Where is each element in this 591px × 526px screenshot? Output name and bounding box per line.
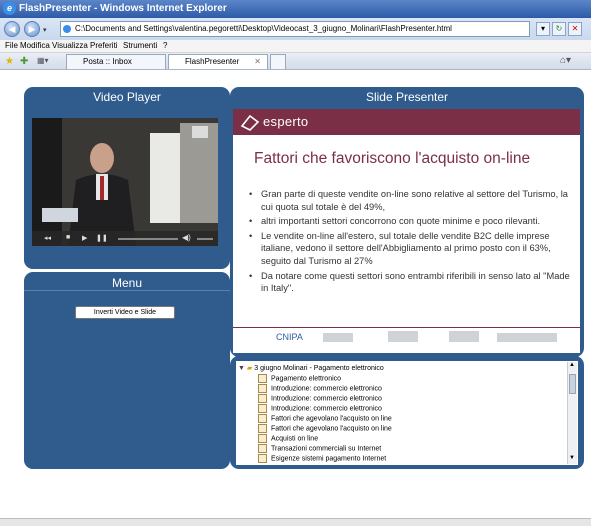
folder-icon: ▰ (246, 365, 253, 372)
refresh-icon[interactable]: ↻ (552, 22, 566, 36)
slide-logo-text: esperto (263, 114, 309, 129)
tree-item[interactable]: Fattori che agevolano l'acquisto on line (258, 424, 392, 433)
slide-title: Fattori che favoriscono l'acquisto on-li… (254, 150, 531, 167)
video-controls: ◂◂ ■ ▶ ❚❚ ◀) (32, 231, 218, 246)
footer-logo-4 (449, 331, 479, 342)
ie-icon: e (3, 2, 16, 15)
tab-flashpresenter[interactable]: FlashPresenter ✕ (168, 54, 268, 69)
pause-icon[interactable]: ❚❚ (96, 234, 108, 242)
seek-bar[interactable] (118, 238, 178, 240)
status-bar (0, 518, 591, 526)
menu-visualizza[interactable]: Visualizza (52, 41, 88, 50)
file-icon (258, 434, 267, 443)
play-icon[interactable]: ▶ (82, 234, 87, 242)
menu-help[interactable]: ? (163, 41, 167, 50)
window-title: FlashPresenter - Windows Internet Explor… (19, 3, 227, 14)
tab-bar: ★ ✚ ▦▾ Posta :: Inbox FlashPresenter ✕ ⌂… (0, 53, 591, 70)
file-icon (258, 384, 267, 393)
tree-item[interactable]: Fattori che agevolano l'acquisto on line (258, 414, 392, 423)
file-icon (258, 374, 267, 383)
stop-icon[interactable]: ■ (66, 234, 70, 241)
scroll-thumb[interactable] (569, 374, 576, 394)
menu-strumenti[interactable]: Strumenti (123, 41, 157, 50)
slide-bullet-list: Gran parte di queste vendite on-line son… (249, 188, 574, 297)
video-player[interactable] (32, 118, 218, 246)
slide-bullet: Gran parte di queste vendite on-line son… (249, 188, 574, 213)
forward-button[interactable]: ▶ (24, 21, 40, 37)
add-favorites-icon[interactable]: ✚ (20, 56, 28, 67)
tree-item[interactable]: Pagamento elettronico (258, 374, 341, 383)
video-panel-title: Video Player (93, 90, 161, 104)
home-icon[interactable]: ⌂▾ (560, 55, 571, 66)
volume-icon[interactable]: ◀) (182, 233, 191, 242)
menu-panel (24, 272, 230, 469)
history-dropdown-icon[interactable]: ▾ (43, 26, 47, 34)
tree-item[interactable]: Transazioni commerciali su Internet (258, 444, 381, 453)
tree-item[interactable]: Introduzione: commercio elettronico (258, 384, 382, 393)
address-input[interactable]: C:\Documents and Settings\valentina.pego… (60, 21, 530, 37)
slide-bullet: altri importanti settori concorrono con … (249, 215, 574, 228)
tree-scrollbar[interactable]: ▲ ▼ (567, 362, 577, 464)
menu-bar: File Modifica Visualizza Preferiti Strum… (0, 40, 591, 53)
window-title-bar: e FlashPresenter - Windows Internet Expl… (0, 0, 591, 18)
tree-item[interactable]: Esigenze sistemi pagamento Internet (258, 454, 386, 463)
slide-panel-title: Slide Presenter (365, 90, 449, 104)
slide-footer-divider (233, 327, 580, 328)
invert-video-slide-button[interactable]: Inverti Video e Slide (75, 306, 175, 319)
close-tab-icon[interactable]: ✕ (254, 55, 261, 69)
footer-logo-2 (323, 333, 353, 342)
file-icon (258, 404, 267, 413)
tree-item[interactable]: Introduzione: commercio elettronico (258, 404, 382, 413)
menu-preferiti[interactable]: Preferiti (90, 41, 118, 50)
favorites-star-icon[interactable]: ★ (5, 56, 14, 67)
video-frame-image (32, 118, 218, 246)
page-icon (63, 25, 71, 33)
footer-logo-3 (388, 331, 418, 342)
volume-slider[interactable] (197, 238, 213, 240)
slide-bullet: Da notare come questi settori sono entra… (249, 270, 574, 295)
file-icon (258, 394, 267, 403)
footer-logo-5 (497, 333, 557, 342)
tree-item[interactable]: Acquisti on line (258, 434, 318, 443)
rewind-icon[interactable]: ◂◂ (44, 234, 51, 242)
expand-icon[interactable]: ▼ (238, 365, 245, 372)
back-button[interactable]: ◀ (4, 21, 20, 37)
scroll-up-icon[interactable]: ▲ (569, 362, 575, 368)
address-row: ◀ ▶ ▾ C:\Documents and Settings\valentin… (0, 18, 591, 40)
file-icon (258, 414, 267, 423)
menu-file[interactable]: File (5, 41, 18, 50)
scroll-down-icon[interactable]: ▼ (569, 455, 575, 461)
new-tab-button[interactable] (270, 54, 286, 69)
slide-index-tree: ▼ ▰ 3 giugno Molinari - Pagamento elettr… (236, 361, 578, 465)
quick-tabs-icon[interactable]: ▦▾ (37, 56, 49, 65)
address-dropdown-icon[interactable]: ▾ (536, 22, 550, 36)
tab-posta-inbox[interactable]: Posta :: Inbox (66, 54, 166, 69)
menu-modifica[interactable]: Modifica (20, 41, 50, 50)
slide-bullet: Le vendite on-line all'estero, sul total… (249, 230, 574, 268)
menu-divider (24, 290, 230, 291)
esperto-logo-icon (240, 114, 260, 131)
file-icon (258, 444, 267, 453)
cnipa-logo: CNIPA (276, 332, 303, 342)
tree-item[interactable]: Introduzione: commercio elettronico (258, 394, 382, 403)
file-icon (258, 454, 267, 463)
tree-root[interactable]: ▼ ▰ 3 giugno Molinari - Pagamento elettr… (238, 364, 384, 372)
file-icon (258, 424, 267, 433)
menu-panel-title: Menu (111, 276, 143, 290)
stop-icon[interactable]: ✕ (568, 22, 582, 36)
